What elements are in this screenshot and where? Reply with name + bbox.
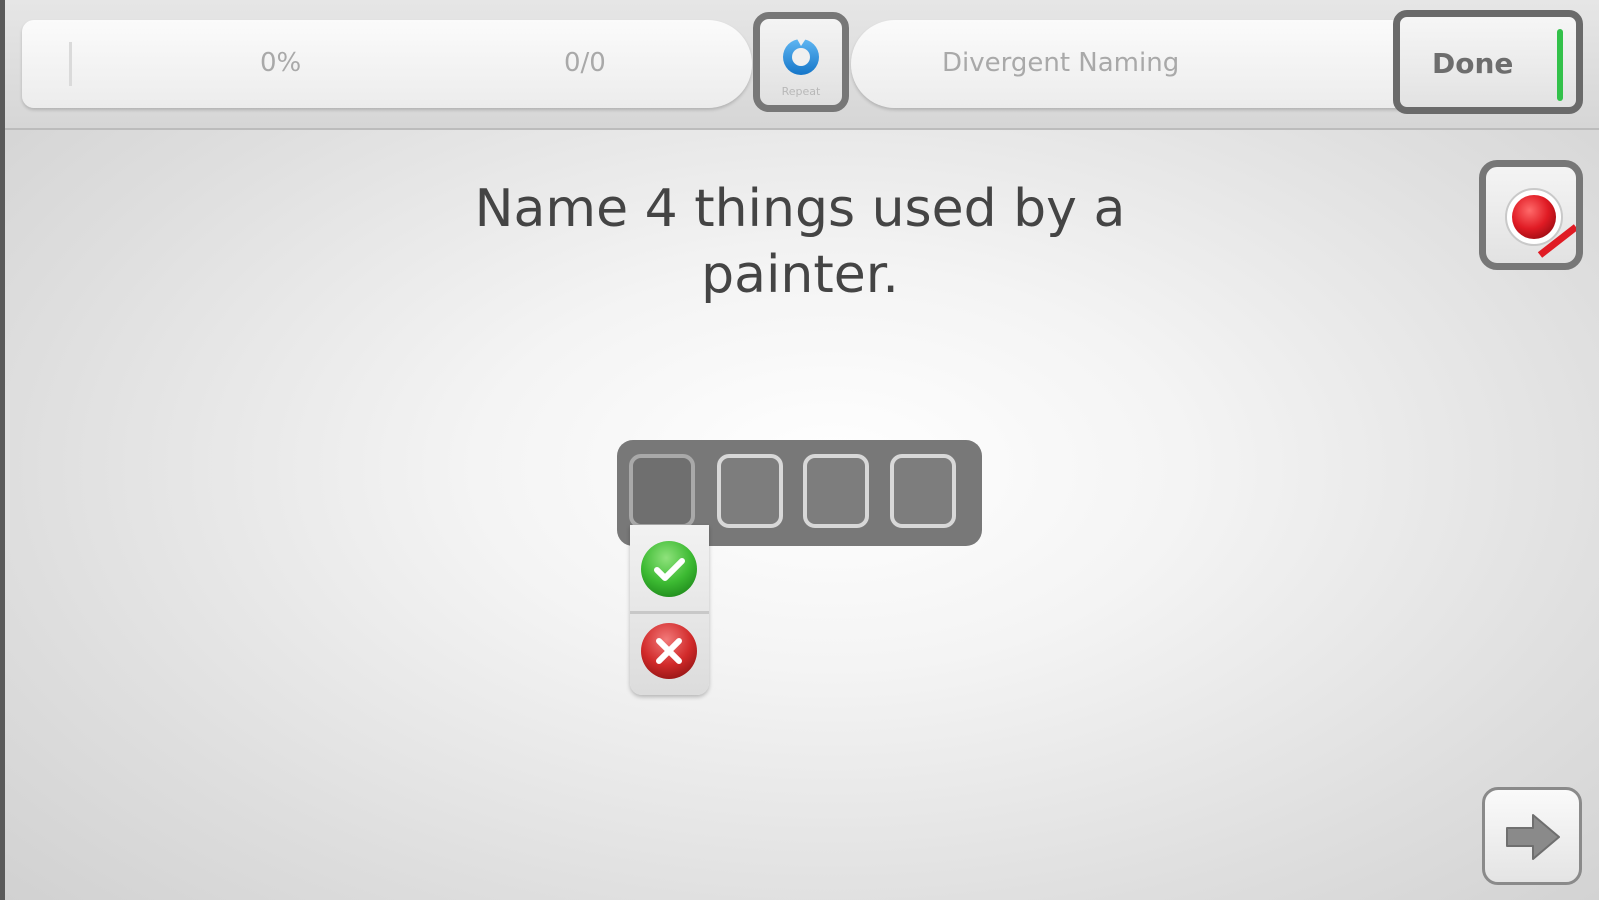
module-title: Divergent Naming [942,48,1180,78]
mark-divider [630,611,709,614]
arrow-right-icon [1506,814,1560,860]
check-icon [641,541,697,597]
next-button[interactable] [1482,787,1582,885]
answer-slot-4[interactable] [890,454,956,528]
done-button[interactable]: Done [1393,10,1583,114]
record-button[interactable] [1479,160,1583,270]
repeat-button[interactable]: Repeat [753,12,849,112]
mark-wrong-button[interactable] [639,621,699,681]
answer-slot-2[interactable] [717,454,783,528]
repeat-icon [783,37,819,75]
item-count: 0/0 [564,48,606,78]
progress-percent: 0% [260,48,302,78]
record-icon [1505,188,1576,258]
progress-panel [22,20,752,108]
progress-bar [69,42,72,86]
repeat-label: Repeat [781,85,821,98]
x-icon [641,623,697,679]
done-indicator [1557,29,1563,101]
window-edge [0,0,5,900]
answer-slot-3[interactable] [803,454,869,528]
mark-answer-panel [630,525,709,695]
answer-slot-1[interactable] [629,454,695,528]
task-prompt: Name 4 things used by a painter. [474,179,1126,305]
done-label: Done [1432,47,1514,80]
mark-correct-button[interactable] [639,539,699,599]
